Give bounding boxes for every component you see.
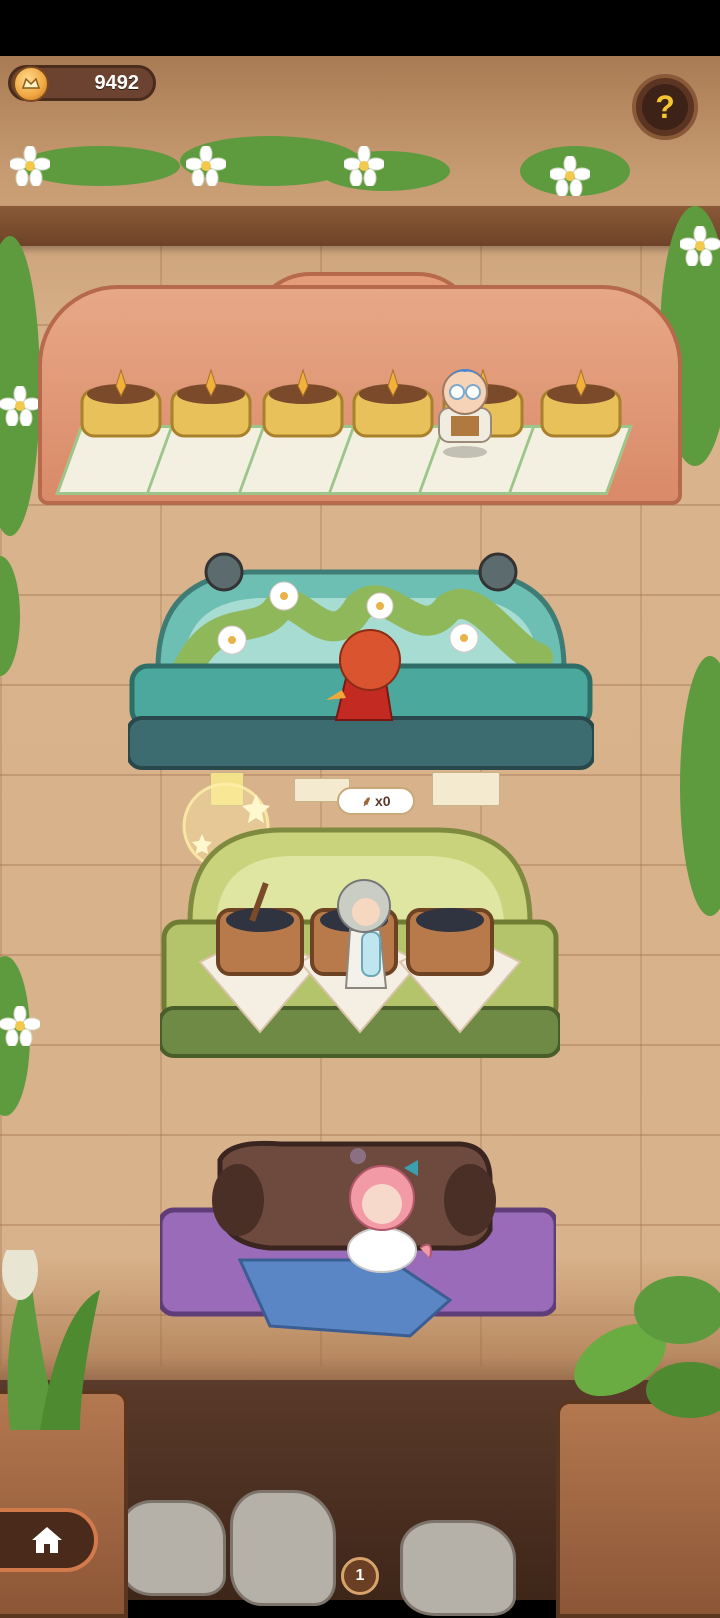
resource-counter-bubble: ⸙ x0 <box>337 787 415 815</box>
left-plant <box>0 1240 110 1430</box>
stone <box>400 1520 516 1616</box>
resource-count: x0 <box>374 793 391 809</box>
right-plant <box>560 1240 720 1440</box>
stone <box>120 1500 226 1596</box>
gold-coin-icon <box>13 66 49 102</box>
white-flower-icon <box>0 1004 42 1048</box>
white-flower-icon <box>342 144 386 188</box>
scholar-character[interactable] <box>425 360 505 460</box>
wheat-basket[interactable] <box>168 368 254 440</box>
white-flower-icon <box>0 384 42 428</box>
status-bar <box>0 0 720 56</box>
question-mark-icon: ? <box>642 84 688 130</box>
wheat-basket[interactable] <box>350 368 436 440</box>
white-flower-icon <box>8 144 52 188</box>
home-button[interactable] <box>0 1508 98 1572</box>
stone <box>230 1490 336 1606</box>
wheat-basket[interactable] <box>78 368 164 440</box>
wheat-basket[interactable] <box>538 368 624 440</box>
grey-haired-character[interactable] <box>322 870 408 1000</box>
vine-leaves <box>320 151 450 191</box>
page-number-badge[interactable]: 1 <box>341 1557 379 1595</box>
white-flower-icon <box>548 154 592 198</box>
wheat-basket[interactable] <box>260 368 346 440</box>
white-flower-icon <box>678 224 720 268</box>
wooden-beam <box>0 206 720 246</box>
feather-icon: ⸙ <box>361 792 372 809</box>
currency-counter: 9492 <box>8 65 156 102</box>
white-flower-icon <box>184 144 228 188</box>
help-button[interactable]: ? <box>632 74 698 140</box>
paper-note <box>432 772 500 806</box>
home-icon <box>32 1527 62 1553</box>
red-hooded-character[interactable] <box>306 620 416 730</box>
pink-sheep-character[interactable] <box>334 1148 444 1278</box>
currency-value: 9492 <box>94 72 140 94</box>
